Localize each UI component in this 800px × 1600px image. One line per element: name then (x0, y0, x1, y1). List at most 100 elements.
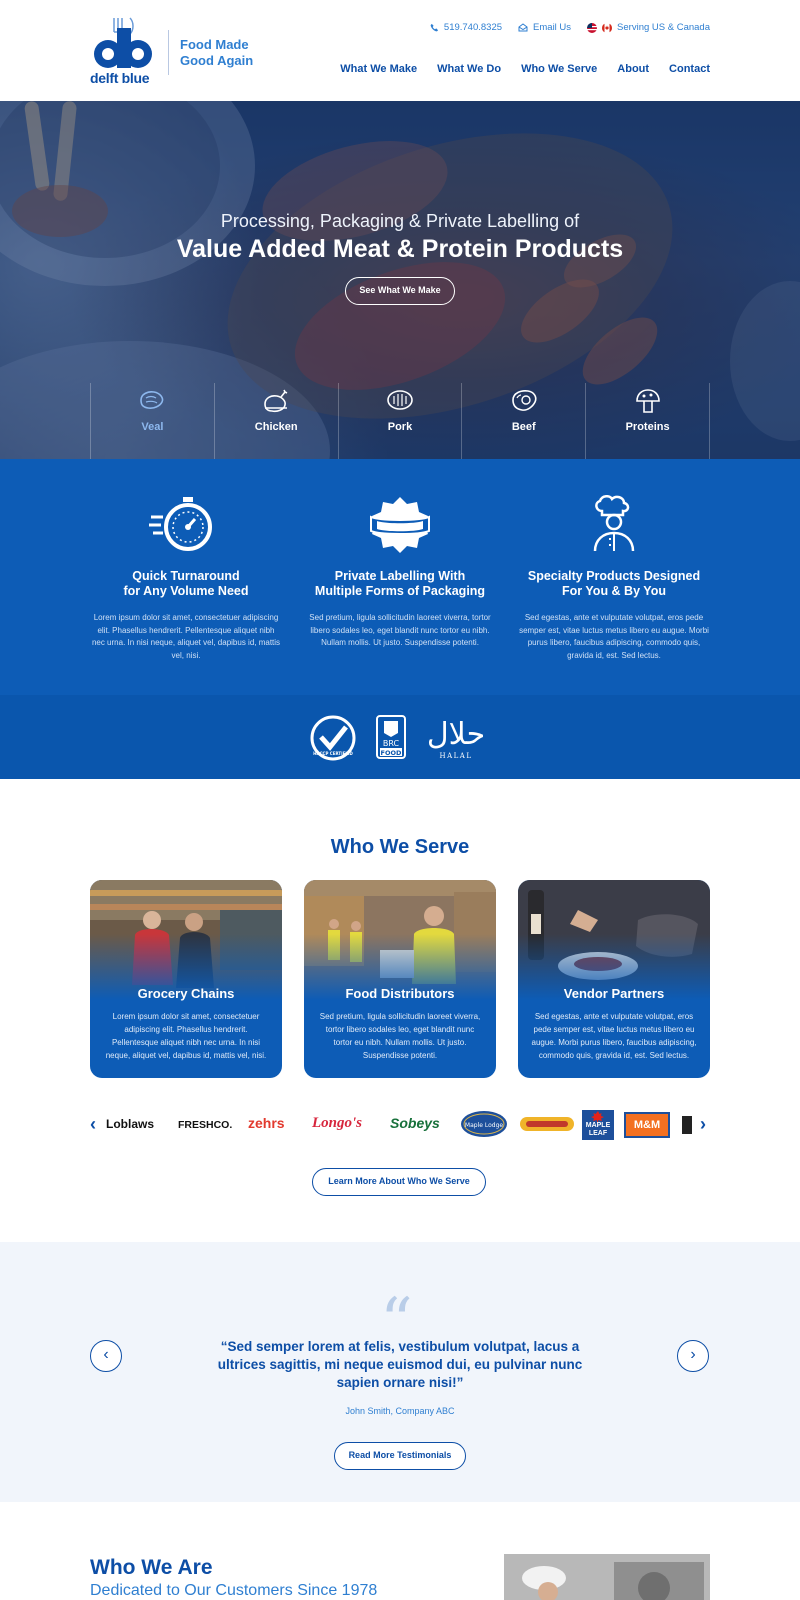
hero-title: Value Added Meat & Protein Products (176, 235, 624, 263)
food-text: FOOD (381, 749, 402, 757)
carousel-prev-arrow[interactable]: ‹ (90, 1114, 96, 1135)
phone-number: 519.740.8325 (443, 22, 503, 33)
feature-title-line-2: for Any Volume Need (123, 584, 249, 598)
features-section: Quick Turnaround for Any Volume Need Lor… (0, 459, 800, 695)
feature-title-line-1: Specialty Products Designed (527, 569, 701, 583)
region-label: Serving US & Canada (617, 22, 710, 33)
maple-lodge-text: Maple Lodge (465, 1122, 503, 1129)
feature-text: Sed egestas, ante et vulputate volutpat,… (519, 613, 709, 660)
us-flag-icon (587, 22, 598, 33)
feature-text: Lorem ipsum dolor sit amet, consectetuer… (91, 613, 281, 660)
tagline-line-1: Food Made (180, 37, 249, 52)
feature-text: Sed pretium, ligula sollicitudin laoreet… (309, 613, 491, 647)
maple-leaf-icon (591, 1111, 604, 1122)
feature-title: Specialty Products Designed For You & By… (518, 569, 710, 599)
certifications-bar: HACCP CERTIFIED BRC FOOD حلال HALAL (0, 695, 800, 779)
brand-logo-freshco: FRESHCO. (178, 1119, 233, 1131)
nav-item-what-we-do[interactable]: What We Do (437, 63, 501, 75)
nav-item-about[interactable]: About (617, 63, 649, 75)
feature-title-line-1: Private Labelling With (334, 569, 466, 583)
who-we-serve-title: Who We Serve (330, 836, 470, 858)
card-text: Lorem ipsum dolor sit amet, consectetuer… (105, 1012, 267, 1060)
phone-icon (430, 23, 439, 32)
canada-flag-icon (602, 22, 613, 33)
client-logo-carousel: ‹ Loblaws FRESHCO. zehrs Longo's Sobeys … (90, 1110, 710, 1140)
feature-title: Private Labelling With Multiple Forms of… (304, 569, 496, 599)
haccp-badge-icon: HACCP CERTIFIED (310, 715, 356, 761)
logo-mark-icon (94, 17, 152, 68)
brc-text: BRC (383, 739, 400, 748)
testimonial-author: John Smith, Company ABC (345, 1406, 455, 1416)
product-categories: Veal Chicken Pork Beef Proteins (90, 383, 710, 459)
hero-subtitle: Processing, Packaging & Private Labellin… (220, 211, 580, 231)
testimonials-section: “ ‹ “Sed semper lorem at felis, vestibul… (0, 1242, 800, 1502)
card-grocery-chains[interactable]: Grocery Chains Lorem ipsum dolor sit ame… (90, 880, 282, 1078)
card-vendor-partners[interactable]: Vendor Partners Sed egestas, ante et vul… (518, 880, 710, 1078)
category-label: Proteins (625, 421, 670, 433)
category-label: Chicken (254, 421, 298, 433)
nav-item-what-we-make[interactable]: What We Make (340, 63, 417, 75)
who-we-are-title: Who We Are (90, 1556, 213, 1579)
mushroom-icon (635, 389, 660, 413)
brc-food-badge-icon: BRC FOOD (376, 715, 406, 759)
pork-icon (387, 390, 413, 410)
brand-logo-maple-leaf: MAPLE LEAF (582, 1110, 614, 1140)
brand-logo-zehrs: zehrs (248, 1115, 285, 1131)
vendor-photo (518, 880, 710, 1000)
hero-banner: Processing, Packaging & Private Labellin… (0, 101, 800, 459)
halal-badge-icon: حلال HALAL (427, 717, 485, 760)
logo-wordmark: delft blue (90, 70, 150, 86)
card-title: Food Distributors (345, 986, 455, 1001)
learn-more-who-we-serve-button[interactable]: Learn More About Who We Serve (312, 1168, 486, 1196)
halal-latin-text: HALAL (439, 752, 472, 760)
category-proteins[interactable]: Proteins (585, 383, 710, 459)
brand-logo-sobeys: Sobeys (390, 1115, 440, 1131)
category-chicken[interactable]: Chicken (213, 383, 338, 459)
tagline: Food Made Good Again (180, 37, 253, 69)
beef-icon (511, 390, 537, 411)
stopwatch-icon (149, 497, 212, 551)
halal-arabic-text: حلال (427, 717, 485, 752)
chef-icon (593, 495, 635, 552)
email-label: Email Us (533, 22, 572, 33)
site-header: delft blue Food Made Good Again 519.740.… (0, 0, 800, 101)
brand-logo-loblaws: Loblaws (106, 1117, 155, 1131)
card-text: Sed egestas, ante et vulputate volutpat,… (531, 1012, 697, 1060)
top-contact-bar: 519.740.8325 Email Us Serving US & Canad… (430, 22, 710, 33)
brand-logo-partial (682, 1116, 692, 1134)
feature-title: Quick Turnaround for Any Volume Need (90, 569, 282, 599)
nav-item-who-we-serve[interactable]: Who We Serve (521, 63, 597, 75)
category-pork[interactable]: Pork (337, 383, 462, 459)
label-badge-icon (370, 497, 430, 553)
main-nav: What We Make What We Do Who We Serve Abo… (340, 63, 710, 75)
testimonial-prev-button[interactable]: ‹ (90, 1340, 122, 1372)
category-label: Beef (511, 421, 536, 433)
category-veal[interactable]: Veal (90, 383, 214, 459)
phone-link[interactable]: 519.740.8325 (430, 22, 502, 33)
haccp-text: HACCP CERTIFIED (313, 751, 353, 756)
chicken-icon (264, 389, 288, 413)
nav-item-contact[interactable]: Contact (669, 63, 710, 75)
testimonial-next-button[interactable]: › (677, 1340, 709, 1372)
kitchen-photo (504, 1554, 710, 1600)
email-link[interactable]: Email Us (518, 22, 571, 33)
brand-logo-longos: Longo's (312, 1115, 363, 1131)
category-label: Veal (141, 421, 164, 433)
distributors-photo (304, 880, 496, 1000)
see-what-we-make-button[interactable]: See What We Make (345, 277, 455, 305)
grocery-photo (90, 880, 282, 1000)
maple-leaf-text: MAPLE LEAF (585, 1122, 611, 1137)
category-label: Pork (387, 421, 413, 433)
who-we-are-subtitle: Dedicated to Our Customers Since 1978 (90, 1582, 378, 1599)
read-more-testimonials-button[interactable]: Read More Testimonials (334, 1442, 466, 1470)
testimonial-quote: “Sed semper lorem at felis, vestibulum v… (217, 1339, 583, 1390)
region-link[interactable]: Serving US & Canada (587, 22, 710, 33)
logo-divider (168, 30, 169, 75)
carousel-next-arrow[interactable]: › (700, 1114, 706, 1135)
feature-title-line-1: Quick Turnaround (132, 569, 240, 583)
feature-title-line-2: Multiple Forms of Packaging (314, 584, 486, 598)
veal-icon (140, 391, 164, 409)
card-title: Grocery Chains (137, 986, 235, 1001)
category-beef[interactable]: Beef (461, 383, 585, 459)
card-food-distributors[interactable]: Food Distributors Sed pretium, ligula so… (304, 880, 496, 1078)
